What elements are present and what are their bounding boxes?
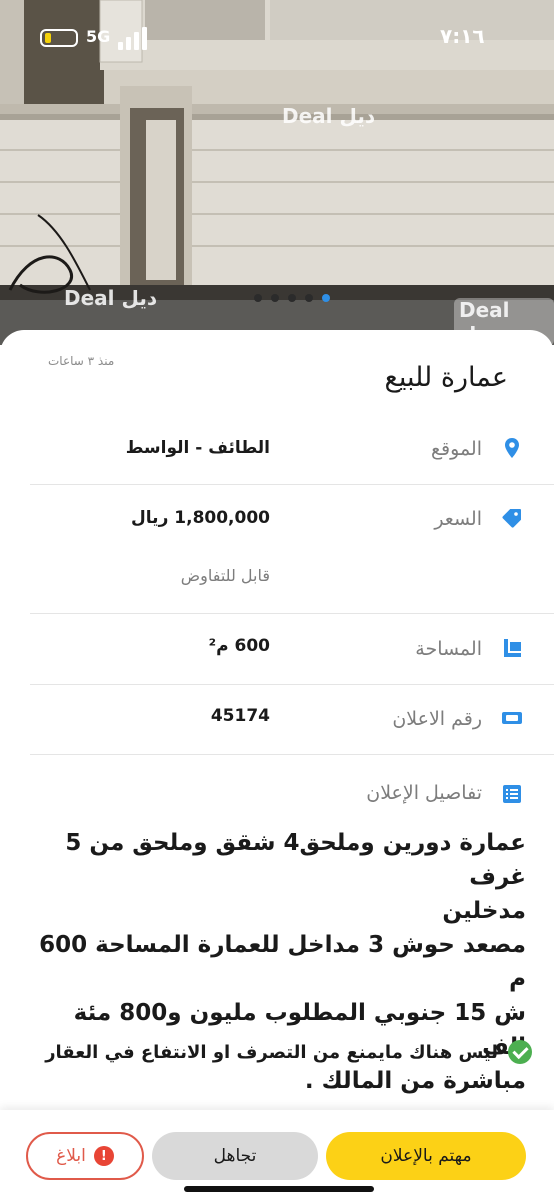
alert-icon: ! bbox=[93, 1146, 114, 1166]
network-type: 5G bbox=[86, 27, 111, 46]
area-value: 600 م² bbox=[208, 636, 270, 656]
status-bar: 5G ٧:١٦ bbox=[0, 0, 554, 70]
details-label: تفاصيل الإعلان bbox=[366, 782, 482, 804]
page-title: عمارة للبيع bbox=[384, 362, 508, 393]
area-icon bbox=[504, 639, 521, 657]
location-label: الموقع bbox=[430, 438, 482, 460]
divider bbox=[30, 754, 554, 755]
ad-number-icon bbox=[502, 712, 522, 724]
report-label: ابلاغ bbox=[56, 1146, 86, 1166]
carousel-dot[interactable] bbox=[305, 294, 313, 302]
legal-status-text: ليس هناك مايمنع من التصرف او الانتفاع في… bbox=[45, 1041, 498, 1063]
ad-number-label: رقم الاعلان bbox=[392, 708, 482, 730]
interested-button[interactable]: مهتم بالإعلان bbox=[326, 1132, 526, 1180]
ignore-label: تجاهل bbox=[213, 1146, 257, 1166]
watermark-logo: Deal ديل bbox=[282, 104, 376, 128]
carousel-dot-active[interactable] bbox=[322, 294, 330, 302]
legal-status: ليس هناك مايمنع من التصرف او الانتفاع في… bbox=[22, 1040, 532, 1064]
carousel-dots[interactable] bbox=[254, 294, 330, 302]
listing-screen: Deal ديل Deal ديل Deal ديل 5G ٧:١٦ منذ ٣… bbox=[0, 0, 554, 1200]
home-indicator[interactable] bbox=[184, 1186, 374, 1192]
ad-number-value: 45174 bbox=[210, 706, 270, 726]
price-tag-icon bbox=[502, 509, 521, 528]
clock: ٧:١٦ bbox=[440, 24, 485, 48]
area-label: المساحة bbox=[415, 638, 482, 660]
check-circle-icon bbox=[508, 1040, 532, 1064]
location-pin-icon bbox=[505, 438, 519, 458]
interested-label: مهتم بالإعلان bbox=[380, 1146, 472, 1166]
carousel-dot[interactable] bbox=[288, 294, 296, 302]
negotiable-note: قابل للتفاوض bbox=[180, 566, 270, 585]
divider bbox=[30, 684, 554, 685]
watermark-logo: Deal ديل bbox=[64, 286, 158, 310]
details-list-icon bbox=[503, 785, 521, 803]
divider bbox=[30, 613, 554, 614]
signal-icon bbox=[118, 26, 152, 50]
listing-card: منذ ٣ ساعات عمارة للبيع الموقع الطائف - … bbox=[0, 330, 554, 1200]
ignore-button[interactable]: تجاهل bbox=[152, 1132, 318, 1180]
price-label: السعر bbox=[434, 508, 482, 530]
posted-time: منذ ٣ ساعات bbox=[48, 354, 115, 368]
price-value: 1,800,000 ريال bbox=[131, 508, 270, 528]
carousel-dot[interactable] bbox=[271, 294, 279, 302]
carousel-dot[interactable] bbox=[254, 294, 262, 302]
divider bbox=[30, 484, 554, 485]
battery-icon bbox=[40, 29, 78, 47]
report-button[interactable]: ! ابلاغ bbox=[26, 1132, 144, 1180]
location-value: الطائف - الواسط bbox=[125, 438, 270, 458]
